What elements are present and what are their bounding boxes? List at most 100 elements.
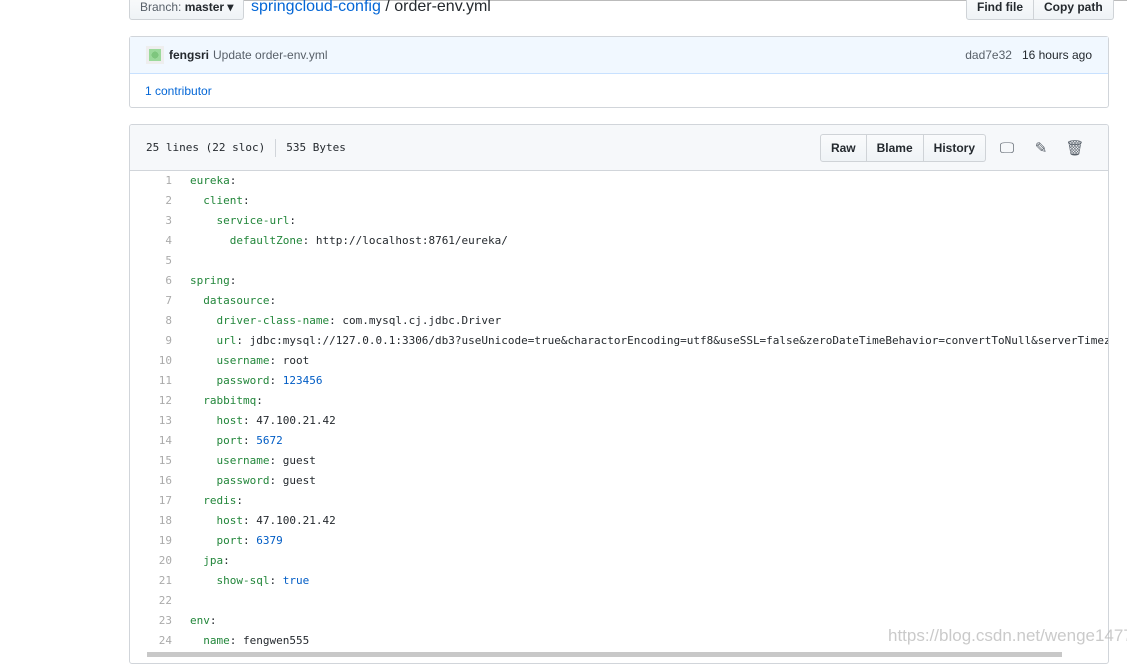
code-line: 3 service-url: — [130, 211, 1108, 231]
yaml-key: jpa — [203, 554, 224, 567]
yaml-key: spring — [190, 274, 230, 287]
raw-button[interactable]: Raw — [819, 133, 867, 162]
yaml-key: show-sql — [216, 574, 270, 587]
line-number[interactable]: 4 — [130, 231, 172, 251]
line-number[interactable]: 14 — [130, 431, 172, 451]
line-number[interactable]: 5 — [130, 251, 172, 271]
line-number[interactable]: 3 — [130, 211, 172, 231]
code-line: 16 password: guest — [130, 471, 1108, 491]
commit-time: 16 hours ago — [1021, 48, 1092, 62]
yaml-value: 47.100.21.42 — [256, 514, 336, 527]
code-text: url: jdbc:mysql://127.0.0.1:3306/db3?use… — [172, 331, 1109, 351]
line-number[interactable]: 16 — [130, 471, 172, 491]
code-text: host: 47.100.21.42 — [216, 514, 336, 527]
desktop-icon[interactable]: 🖵 — [990, 139, 1024, 157]
avatar[interactable] — [146, 46, 164, 64]
yaml-key: username — [216, 354, 270, 367]
code-text: host: 47.100.21.42 — [216, 414, 336, 427]
code-line: 1 eureka: — [130, 171, 1108, 191]
yaml-key: client — [203, 194, 243, 207]
yaml-value: 47.100.21.42 — [256, 414, 336, 427]
copy-path-button[interactable]: Copy path — [1034, 0, 1114, 20]
code-text: username: root — [216, 354, 310, 367]
line-number[interactable]: 7 — [130, 291, 172, 311]
code-line: 11 password: 123456 — [130, 371, 1108, 391]
code-line: 14 port: 5672 — [130, 431, 1108, 451]
commit-sha[interactable]: dad7e32 — [965, 48, 1012, 62]
code-line: 22 — [130, 591, 1108, 611]
code-text: name: fengwen555 — [203, 634, 310, 647]
code-text: driver-class-name: com.mysql.cj.jdbc.Dri… — [216, 314, 502, 327]
yaml-key: host — [216, 414, 244, 427]
find-file-button[interactable]: Find file — [966, 0, 1034, 20]
yaml-key: name — [203, 634, 230, 647]
repo-link[interactable]: springcloud-config — [251, 0, 381, 15]
code-text: port: 5672 — [216, 434, 283, 447]
yaml-value: 123456 — [282, 374, 323, 387]
code-line: 6 spring: — [130, 271, 1108, 291]
line-number[interactable]: 13 — [130, 411, 172, 431]
line-number[interactable]: 1 — [130, 171, 172, 191]
yaml-key: driver-class-name — [216, 314, 330, 327]
yaml-key: eureka — [190, 174, 230, 187]
yaml-value: http://localhost:8761/eureka/ — [315, 234, 508, 247]
code-text: redis: — [203, 494, 243, 507]
line-number[interactable]: 10 — [130, 351, 172, 371]
code-text: password: guest — [216, 474, 316, 487]
yaml-key: redis — [203, 494, 237, 507]
line-number[interactable]: 11 — [130, 371, 172, 391]
line-number[interactable]: 19 — [130, 531, 172, 551]
branch-selector[interactable]: Branch: master ▾ — [129, 0, 245, 20]
line-number[interactable]: 8 — [130, 311, 172, 331]
code-text: spring: — [190, 274, 237, 287]
commit-author[interactable]: fengsri — [169, 48, 209, 62]
yaml-value: guest — [282, 474, 316, 487]
code-text: service-url: — [216, 214, 296, 227]
line-number[interactable]: 22 — [130, 591, 172, 611]
line-number[interactable]: 23 — [130, 611, 172, 631]
trash-icon[interactable]: 🗑 — [1058, 139, 1092, 157]
yaml-key: port — [216, 534, 244, 547]
code-text: datasource: — [203, 294, 277, 307]
yaml-value: fengwen555 — [243, 634, 310, 647]
code-text: password: 123456 — [216, 374, 323, 387]
contributors-link[interactable]: 1 contributor — [145, 84, 212, 98]
line-number[interactable]: 18 — [130, 511, 172, 531]
file-size: 535 Bytes — [286, 141, 346, 154]
line-number[interactable]: 2 — [130, 191, 172, 211]
yaml-value: guest — [282, 454, 316, 467]
line-number[interactable]: 9 — [130, 331, 172, 351]
code-text: port: 6379 — [216, 534, 283, 547]
blame-button[interactable]: Blame — [866, 133, 924, 162]
line-number[interactable]: 6 — [130, 271, 172, 291]
code-text: show-sql: true — [216, 574, 310, 587]
code-line: 17 redis: — [130, 491, 1108, 511]
code-line: 8 driver-class-name: com.mysql.cj.jdbc.D… — [130, 311, 1108, 331]
line-number[interactable]: 20 — [130, 551, 172, 571]
code-line: 4 defaultZone: http://localhost:8761/eur… — [130, 231, 1108, 251]
code-text: client: — [203, 194, 250, 207]
lines-info: 25 lines (22 sloc) — [146, 141, 266, 154]
code-text: env: — [190, 614, 217, 627]
code-line: 10 username: root — [130, 351, 1108, 371]
history-button[interactable]: History — [923, 133, 986, 162]
line-number[interactable]: 21 — [130, 571, 172, 591]
line-number[interactable]: 17 — [130, 491, 172, 511]
breadcrumb: springcloud-config / order-env.yml — [251, 0, 491, 15]
watermark: https://blog.csdn.net/wenge1477 — [888, 626, 1127, 645]
pencil-icon[interactable]: ✎ — [1024, 139, 1058, 157]
code-line: 12 rabbitmq: — [130, 391, 1108, 411]
commit-message[interactable]: Update order-env.yml — [213, 48, 328, 62]
yaml-value: 6379 — [256, 534, 283, 547]
line-number[interactable]: 12 — [130, 391, 172, 411]
yaml-key: port — [216, 434, 244, 447]
code-line: 15 username: guest — [130, 451, 1108, 471]
line-number[interactable]: 24 — [130, 631, 172, 651]
code-line: 5 — [130, 251, 1108, 271]
line-number[interactable]: 15 — [130, 451, 172, 471]
yaml-key: password — [216, 374, 270, 387]
caret-down-icon: ▾ — [227, 0, 234, 14]
code-line: 2 client: — [130, 191, 1108, 211]
code-line: 20 jpa: — [130, 551, 1108, 571]
